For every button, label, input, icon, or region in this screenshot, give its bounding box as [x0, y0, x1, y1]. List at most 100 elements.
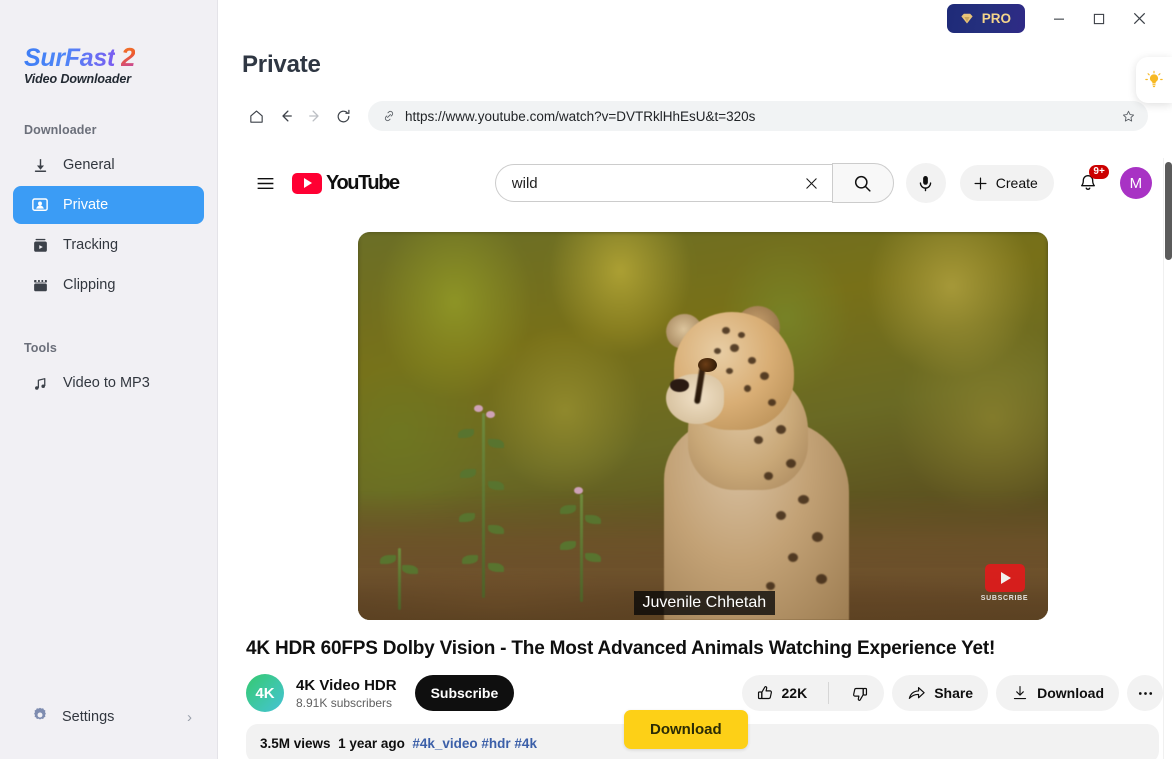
thumbs-down-icon [853, 687, 868, 701]
player-row: Juvenile Chhetah SUBSCRIBE [242, 232, 1163, 620]
download-icon [1013, 685, 1027, 700]
gear-icon [31, 706, 49, 728]
sidebar-item-label: Clipping [63, 277, 116, 293]
youtube-search-area [494, 163, 894, 203]
youtube-logo[interactable]: YouTube [292, 172, 400, 195]
scrollbar-thumb[interactable] [1165, 162, 1172, 260]
sidebar-item-private[interactable]: Private [13, 186, 204, 224]
account-avatar[interactable]: M [1119, 167, 1152, 199]
sidebar-item-general[interactable]: General [13, 146, 204, 184]
close-button[interactable] [1119, 3, 1159, 35]
minimize-icon [1054, 18, 1064, 20]
channel-info: 4K Video HDR 8.91K subscribers [296, 677, 397, 710]
reload-button[interactable] [329, 102, 358, 131]
thumbs-up-icon [757, 685, 772, 699]
sidebar-item-tracking[interactable]: Tracking [13, 226, 204, 264]
plant-left [450, 398, 520, 598]
search-box[interactable] [494, 164, 792, 202]
chevron-right-icon: › [187, 708, 192, 726]
magnifier-icon [855, 175, 871, 192]
sidebar-section-downloader-label: Downloader [24, 123, 97, 137]
url-bar[interactable] [368, 101, 1148, 131]
pro-label: PRO [981, 11, 1011, 26]
subscribe-button[interactable]: Subscribe [414, 675, 515, 711]
clipping-film-icon [31, 276, 49, 294]
close-icon [1133, 12, 1145, 25]
like-button[interactable]: 22K [742, 675, 821, 711]
share-button[interactable]: Share [892, 675, 989, 711]
app-window: SurFast 2 Video Downloader Downloader Gen… [0, 0, 1172, 759]
arrow-right-icon [308, 110, 319, 122]
tips-button[interactable] [1136, 57, 1172, 103]
share-label: Share [934, 685, 974, 701]
search-clear-button[interactable] [791, 164, 832, 202]
settings-label: Settings [62, 709, 115, 725]
forward-button[interactable] [300, 102, 329, 131]
divider [828, 682, 830, 704]
logo-subtitle: Video Downloader [24, 72, 131, 86]
close-x-icon [806, 177, 818, 189]
back-button[interactable] [271, 102, 300, 131]
diamond-crown-icon [961, 13, 973, 24]
browser-toolbar [242, 101, 1148, 131]
plant-mid [554, 482, 614, 602]
sidebar-item-clipping[interactable]: Clipping [13, 266, 204, 304]
lightbulb-icon [1145, 70, 1163, 88]
url-input[interactable] [405, 108, 1112, 124]
yt-download-button[interactable]: Download [996, 675, 1119, 711]
download-arrow-icon [31, 156, 49, 174]
notification-badge: 9+ [1089, 165, 1109, 179]
link-icon [382, 109, 396, 123]
ellipsis-icon [1138, 691, 1152, 695]
embedded-browser-viewport: YouTube wild Create 9+ M Juvenile Chheta… [242, 158, 1163, 759]
surfast-download-overlay-button[interactable]: Download [624, 710, 748, 749]
like-count: 22K [781, 685, 808, 701]
sidebar-nav-tools: Video to MP3 [0, 364, 217, 402]
tracking-box-icon [31, 236, 49, 254]
dislike-button[interactable] [837, 675, 884, 711]
sidebar-section-tools-label: Tools [24, 341, 57, 355]
download-label: Download [1037, 685, 1104, 701]
pro-upgrade-button[interactable]: PRO [946, 4, 1025, 33]
main-area: PRO Private https://www.youtube.com/watc… [218, 0, 1172, 759]
private-screen-icon [31, 196, 49, 214]
arrow-left-icon [281, 110, 292, 122]
channel-avatar[interactable]: 4K [246, 674, 284, 712]
plus-icon [974, 177, 987, 189]
create-button[interactable]: Create [959, 165, 1054, 201]
youtube-header: YouTube wild Create 9+ M [242, 158, 1163, 208]
like-dislike-group: 22K [741, 675, 885, 711]
voice-search-button[interactable] [905, 163, 946, 203]
channel-name[interactable]: 4K Video HDR [296, 677, 397, 694]
cheetah-subject [626, 290, 876, 620]
plant-small [378, 540, 424, 610]
video-meta-row: 4K 4K Video HDR 8.91K subscribers Subscr… [242, 674, 1163, 712]
subscribe-watermark[interactable]: SUBSCRIBE [977, 560, 1033, 606]
notifications-button[interactable]: 9+ [1068, 163, 1109, 203]
hamburger-menu-icon[interactable] [246, 164, 284, 202]
sidebar-item-label: Private [63, 197, 109, 213]
video-views: 3.5M views [260, 736, 331, 751]
video-player[interactable]: Juvenile Chhetah SUBSCRIBE [357, 232, 1048, 620]
more-actions-button[interactable] [1127, 675, 1163, 711]
music-note-icon [31, 374, 49, 392]
sidebar-nav-downloader: General Private Tracking Clipping [0, 146, 217, 304]
sidebar-item-video-to-mp3[interactable]: Video to MP3 [13, 364, 204, 402]
star-icon[interactable] [1121, 109, 1136, 124]
create-label: Create [995, 175, 1038, 191]
home-button[interactable] [242, 102, 271, 131]
video-tags: #4k_video #hdr #4k [412, 736, 537, 751]
search-input[interactable] [511, 174, 792, 192]
search-submit-button[interactable] [831, 163, 894, 203]
reload-icon [337, 109, 350, 122]
page-scrollbar[interactable] [1163, 158, 1172, 759]
sidebar-item-label: General [63, 157, 115, 173]
channel-subscribers: 8.91K subscribers [296, 695, 393, 710]
page-title: Private [242, 51, 321, 78]
minimize-button[interactable] [1039, 3, 1079, 35]
video-age: 1 year ago [338, 736, 405, 751]
video-title: 4K HDR 60FPS Dolby Vision - The Most Adv… [246, 638, 996, 659]
home-icon [250, 110, 263, 123]
sidebar-item-settings[interactable]: Settings › [13, 699, 204, 735]
maximize-button[interactable] [1079, 3, 1119, 35]
